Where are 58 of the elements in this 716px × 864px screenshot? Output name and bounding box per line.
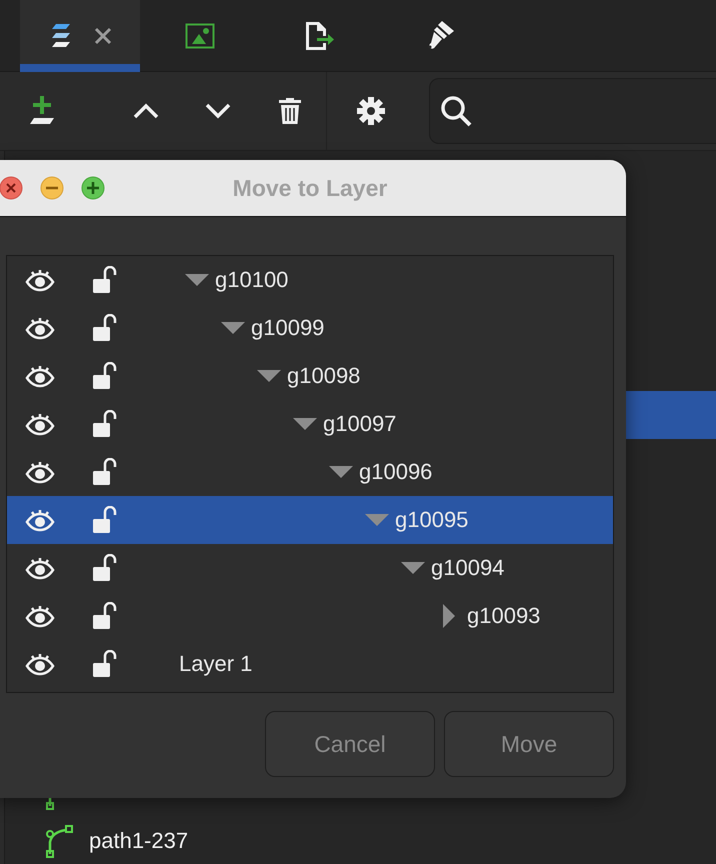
layer-row[interactable]: g10096 <box>7 448 613 496</box>
layer-name: g10100 <box>215 267 288 293</box>
layer-name: g10099 <box>251 315 324 341</box>
search-icon <box>440 95 472 127</box>
chevron-up-icon[interactable] <box>133 103 159 119</box>
layer-name: g10095 <box>395 507 468 533</box>
dialog-title: Move to Layer <box>232 174 388 202</box>
collapse-triangle-icon[interactable] <box>401 562 425 574</box>
eye-icon[interactable] <box>24 556 54 580</box>
collapse-triangle-icon[interactable] <box>293 418 317 430</box>
object-name: path1-237 <box>89 828 188 854</box>
layer-name: g10098 <box>287 363 360 389</box>
layer-row[interactable]: g10097 <box>7 400 613 448</box>
unlock-icon[interactable] <box>92 266 118 294</box>
close-icon[interactable] <box>94 27 112 45</box>
unlock-icon[interactable] <box>92 458 118 486</box>
unlock-icon[interactable] <box>92 314 118 342</box>
search-field[interactable] <box>429 78 716 144</box>
close-icon[interactable] <box>0 176 23 200</box>
unlock-icon[interactable] <box>92 602 118 630</box>
add-layer-icon[interactable] <box>28 96 56 126</box>
unlock-icon[interactable] <box>92 506 118 534</box>
minimize-icon[interactable] <box>40 176 64 200</box>
layer-name: g10096 <box>359 459 432 485</box>
path-icon <box>45 824 75 858</box>
layer-row[interactable]: g10094 <box>7 544 613 592</box>
layer-name: g10093 <box>467 603 540 629</box>
layer-name: g10097 <box>323 411 396 437</box>
collapse-triangle-icon[interactable] <box>257 370 281 382</box>
layer-name: g10094 <box>431 555 504 581</box>
collapse-triangle-icon[interactable] <box>221 322 245 334</box>
layer-row[interactable]: g10095 <box>7 496 613 544</box>
eye-icon[interactable] <box>24 604 54 628</box>
expand-triangle-icon[interactable] <box>443 604 455 628</box>
eye-icon[interactable] <box>24 460 54 484</box>
eye-icon[interactable] <box>24 316 54 340</box>
layer-name: Layer 1 <box>179 651 252 677</box>
chevron-down-icon[interactable] <box>205 103 231 119</box>
unlock-icon[interactable] <box>92 362 118 390</box>
collapse-triangle-icon[interactable] <box>185 274 209 286</box>
layer-row[interactable]: g10093 <box>7 592 613 640</box>
eye-icon[interactable] <box>24 412 54 436</box>
eye-icon[interactable] <box>24 652 54 676</box>
layer-row[interactable]: Layer 1 <box>7 640 613 688</box>
eye-icon[interactable] <box>24 268 54 292</box>
collapse-triangle-icon[interactable] <box>329 466 353 478</box>
unlock-icon[interactable] <box>92 410 118 438</box>
eye-icon[interactable] <box>24 364 54 388</box>
layer-row[interactable]: g10098 <box>7 352 613 400</box>
layer-row[interactable]: g10099 <box>7 304 613 352</box>
maximize-icon[interactable] <box>81 176 105 200</box>
trash-icon[interactable] <box>278 97 302 125</box>
layer-row[interactable]: g10100 <box>7 256 613 304</box>
eye-icon[interactable] <box>24 508 54 532</box>
settings-icon[interactable] <box>356 96 386 126</box>
unlock-icon[interactable] <box>92 650 118 678</box>
unlock-icon[interactable] <box>92 554 118 582</box>
image-icon <box>185 23 215 49</box>
